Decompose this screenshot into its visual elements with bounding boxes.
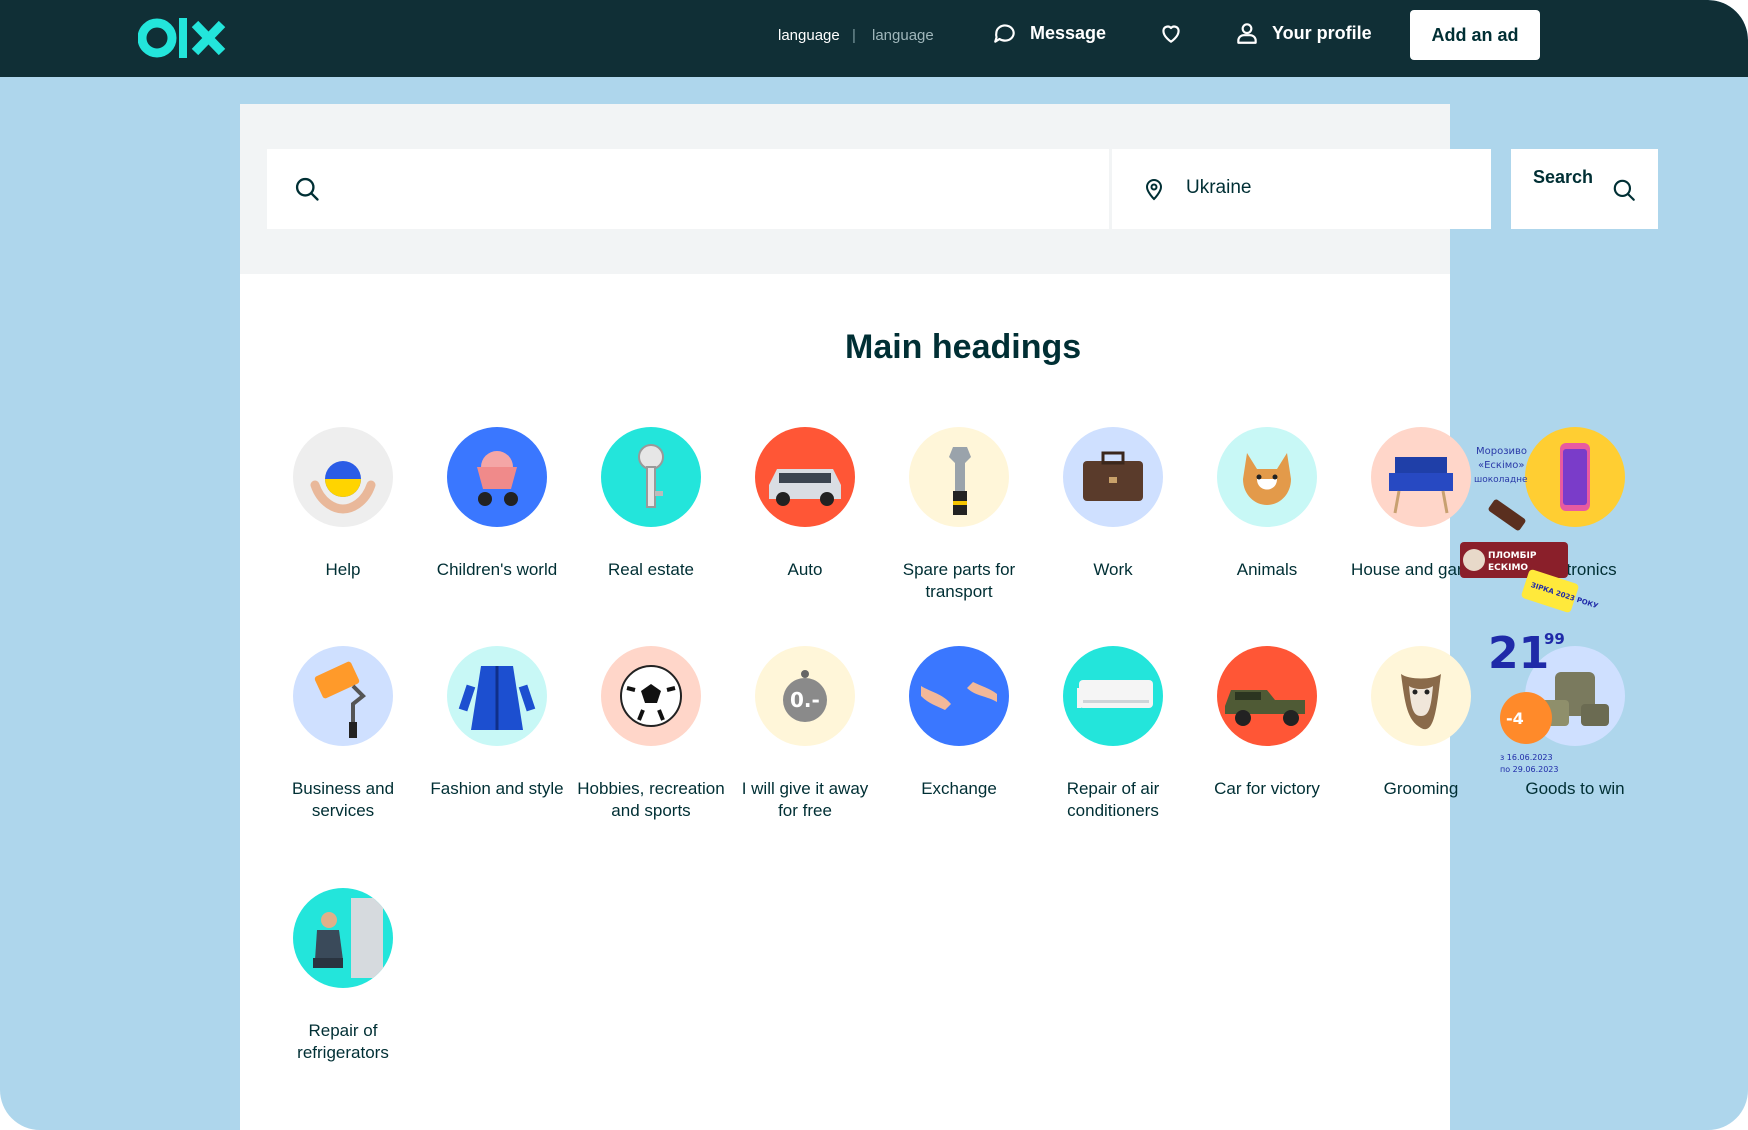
category-label: Children's world <box>436 560 558 579</box>
groomed-dog-icon <box>1371 646 1471 746</box>
category-label: Spare parts for transport <box>902 560 1016 601</box>
armchair-icon <box>1371 427 1471 527</box>
robe-icon <box>447 646 547 746</box>
user-icon <box>1237 23 1257 44</box>
category-item[interactable]: 0.- I will give it away for free <box>730 646 880 822</box>
category-label: Hobbies, recreation and sports <box>577 779 725 820</box>
promo-line-1: Морозиво <box>1476 446 1527 457</box>
profile-link[interactable]: Your profile <box>1234 20 1372 46</box>
category-label: Fashion and style <box>430 779 564 798</box>
search-icon <box>1613 179 1635 201</box>
repairman-icon <box>293 888 393 988</box>
app-frame: language | language Message Your profile… <box>0 0 1748 1130</box>
category-label: Car for victory <box>1214 779 1320 798</box>
profile-label: Your profile <box>1272 22 1372 43</box>
message-label: Message <box>1030 22 1107 43</box>
favorites-button[interactable] <box>1158 20 1196 46</box>
category-label: Real estate <box>608 560 694 579</box>
search-button[interactable]: Search <box>1511 149 1658 229</box>
promo-price-cents: 99 <box>1544 630 1565 648</box>
location-value: Ukraine <box>1186 177 1252 198</box>
category-label: Exchange <box>921 779 997 798</box>
category-item[interactable]: Animals <box>1192 427 1342 581</box>
category-item[interactable]: Work <box>1038 427 1188 581</box>
ice-cream-promo-sticker: Морозиво «Ескімо» шоколадне ПЛОМБІР ЕСКІ… <box>1460 446 1600 774</box>
category-item[interactable]: Exchange <box>884 646 1034 800</box>
language-separator: | <box>852 27 856 44</box>
pickup-truck-icon <box>1217 646 1317 746</box>
category-item[interactable]: Auto <box>730 427 880 581</box>
briefcase-icon <box>1063 427 1163 527</box>
wrench-icon <box>909 427 1009 527</box>
search-button-label: Search <box>1533 167 1594 187</box>
hands-heart-icon <box>293 427 393 527</box>
promo-brand-2: ЕСКІМО <box>1488 563 1528 573</box>
search-icon <box>295 177 319 201</box>
location-input[interactable]: Ukraine <box>1112 149 1491 229</box>
promo-discount: -4 <box>1506 709 1524 728</box>
chat-bubble-icon <box>994 24 1015 43</box>
category-label: Repair of refrigerators <box>297 1021 389 1062</box>
car-icon <box>755 427 855 527</box>
message-link[interactable]: Message <box>992 20 1106 46</box>
handshake-icon <box>909 646 1009 746</box>
category-label: I will give it away for free <box>741 779 869 820</box>
promo-date-2: по 29.06.2023 <box>1500 765 1558 774</box>
promo-line-2: «Ескімо» <box>1478 459 1525 471</box>
olx-logo[interactable] <box>138 16 226 60</box>
promo-line-3: шоколадне <box>1474 475 1528 485</box>
category-item[interactable]: Business and services <box>268 646 418 822</box>
promo-brand: ПЛОМБІР <box>1488 551 1537 561</box>
location-pin-icon <box>1145 179 1163 201</box>
category-label: Help <box>325 560 361 579</box>
language-link-primary[interactable]: language <box>778 27 840 44</box>
svg-text:0.-: 0.- <box>790 688 820 712</box>
price-tag-icon: 0.- <box>755 646 855 746</box>
add-an-ad-button[interactable]: Add an ad <box>1410 10 1540 60</box>
category-item[interactable]: Repair of air conditioners <box>1038 646 1188 822</box>
air-conditioner-icon <box>1063 646 1163 746</box>
category-item[interactable]: Children's world <box>422 427 572 581</box>
key-icon <box>601 427 701 527</box>
heart-icon <box>1162 25 1180 43</box>
stroller-icon <box>447 427 547 527</box>
category-item[interactable]: Hobbies, recreation and sports <box>576 646 726 822</box>
category-label: Auto <box>787 560 823 579</box>
football-icon <box>601 646 701 746</box>
category-label: Goods to win <box>1525 779 1625 798</box>
category-item[interactable]: Fashion and style <box>422 646 572 800</box>
category-label: Business and services <box>291 779 395 820</box>
category-label: Work <box>1093 560 1133 579</box>
language-link-secondary[interactable]: language <box>872 27 934 44</box>
category-label: Repair of air conditioners <box>1066 779 1160 820</box>
promo-price-main: 21 <box>1488 628 1549 679</box>
paint-roller-icon <box>293 646 393 746</box>
promo-date-1: з 16.06.2023 <box>1500 753 1553 762</box>
category-item[interactable]: Spare parts for transport <box>884 427 1034 603</box>
main-headings-title: Main headings <box>845 328 1082 366</box>
category-item[interactable]: Real estate <box>576 427 726 581</box>
category-label: Grooming <box>1383 779 1459 798</box>
category-item[interactable]: Car for victory <box>1192 646 1342 800</box>
category-item[interactable]: Help <box>268 427 418 581</box>
category-item[interactable]: Repair of refrigerators <box>268 888 418 1064</box>
dog-icon <box>1217 427 1317 527</box>
top-navigation-bar: language | language Message Your profile… <box>0 0 1748 77</box>
category-label: Animals <box>1236 560 1298 579</box>
search-input[interactable] <box>267 149 1109 229</box>
